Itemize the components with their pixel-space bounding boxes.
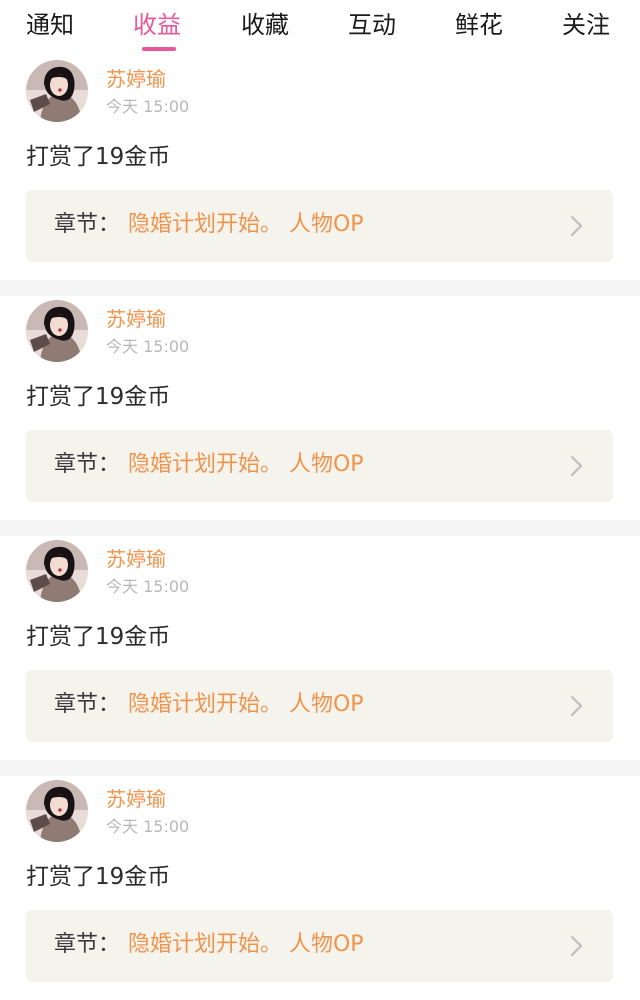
user-avatar-icon (26, 540, 88, 602)
chevron-right-icon (570, 935, 583, 957)
tab-following[interactable]: 关注 (562, 6, 610, 50)
chapter-label: 章节： (54, 212, 121, 237)
chapter-label: 章节： (54, 692, 121, 717)
user-avatar-icon (26, 60, 88, 122)
reward-card: 苏婷瑜 今天 15:00 打赏了19金币 章节： 隐婚计划开始。 人物OP (0, 776, 640, 1000)
reward-card: 苏婷瑜 今天 15:00 打赏了19金币 章节： 隐婚计划开始。 人物OP (0, 296, 640, 520)
username[interactable]: 苏婷瑜 (106, 306, 166, 332)
earnings-feed: 苏婷瑜 今天 15:00 打赏了19金币 章节： 隐婚计划开始。 人物OP 苏婷… (0, 56, 640, 1000)
chapter-link[interactable]: 章节： 隐婚计划开始。 人物OP (26, 190, 613, 262)
timestamp: 今天 15:00 (106, 817, 190, 836)
reward-message: 打赏了19金币 (26, 624, 171, 650)
tab-notifications[interactable]: 通知 (26, 6, 74, 50)
timestamp: 今天 15:00 (106, 97, 190, 116)
chevron-right-icon (570, 215, 583, 237)
username[interactable]: 苏婷瑜 (106, 66, 166, 92)
username[interactable]: 苏婷瑜 (106, 786, 166, 812)
chevron-right-icon (570, 695, 583, 717)
avatar[interactable] (26, 540, 88, 602)
chapter-label: 章节： (54, 932, 121, 957)
reward-card: 苏婷瑜 今天 15:00 打赏了19金币 章节： 隐婚计划开始。 人物OP (0, 56, 640, 280)
user-avatar-icon (26, 780, 88, 842)
tab-flowers[interactable]: 鲜花 (455, 6, 503, 50)
tab-favorites[interactable]: 收藏 (241, 6, 289, 50)
card-divider (0, 760, 640, 776)
chapter-link[interactable]: 章节： 隐婚计划开始。 人物OP (26, 670, 613, 742)
reward-card: 苏婷瑜 今天 15:00 打赏了19金币 章节： 隐婚计划开始。 人物OP (0, 536, 640, 760)
avatar[interactable] (26, 60, 88, 122)
active-tab-indicator (142, 47, 176, 51)
chapter-title: 隐婚计划开始。 人物OP (128, 692, 364, 717)
reward-message: 打赏了19金币 (26, 864, 171, 890)
card-divider (0, 280, 640, 296)
chevron-right-icon (570, 455, 583, 477)
chapter-link[interactable]: 章节： 隐婚计划开始。 人物OP (26, 910, 613, 982)
avatar[interactable] (26, 780, 88, 842)
timestamp: 今天 15:00 (106, 337, 190, 356)
chapter-title: 隐婚计划开始。 人物OP (128, 452, 364, 477)
top-tab-bar: 通知 收益 收藏 互动 鲜花 关注 (0, 0, 640, 56)
user-avatar-icon (26, 300, 88, 362)
username[interactable]: 苏婷瑜 (106, 546, 166, 572)
timestamp: 今天 15:00 (106, 577, 190, 596)
reward-message: 打赏了19金币 (26, 384, 171, 410)
avatar[interactable] (26, 300, 88, 362)
chapter-title: 隐婚计划开始。 人物OP (128, 212, 364, 237)
reward-message: 打赏了19金币 (26, 144, 171, 170)
chapter-title: 隐婚计划开始。 人物OP (128, 932, 364, 957)
chapter-label: 章节： (54, 452, 121, 477)
tab-earnings[interactable]: 收益 (133, 6, 181, 50)
chapter-link[interactable]: 章节： 隐婚计划开始。 人物OP (26, 430, 613, 502)
tab-interactions[interactable]: 互动 (348, 6, 396, 50)
card-divider (0, 520, 640, 536)
